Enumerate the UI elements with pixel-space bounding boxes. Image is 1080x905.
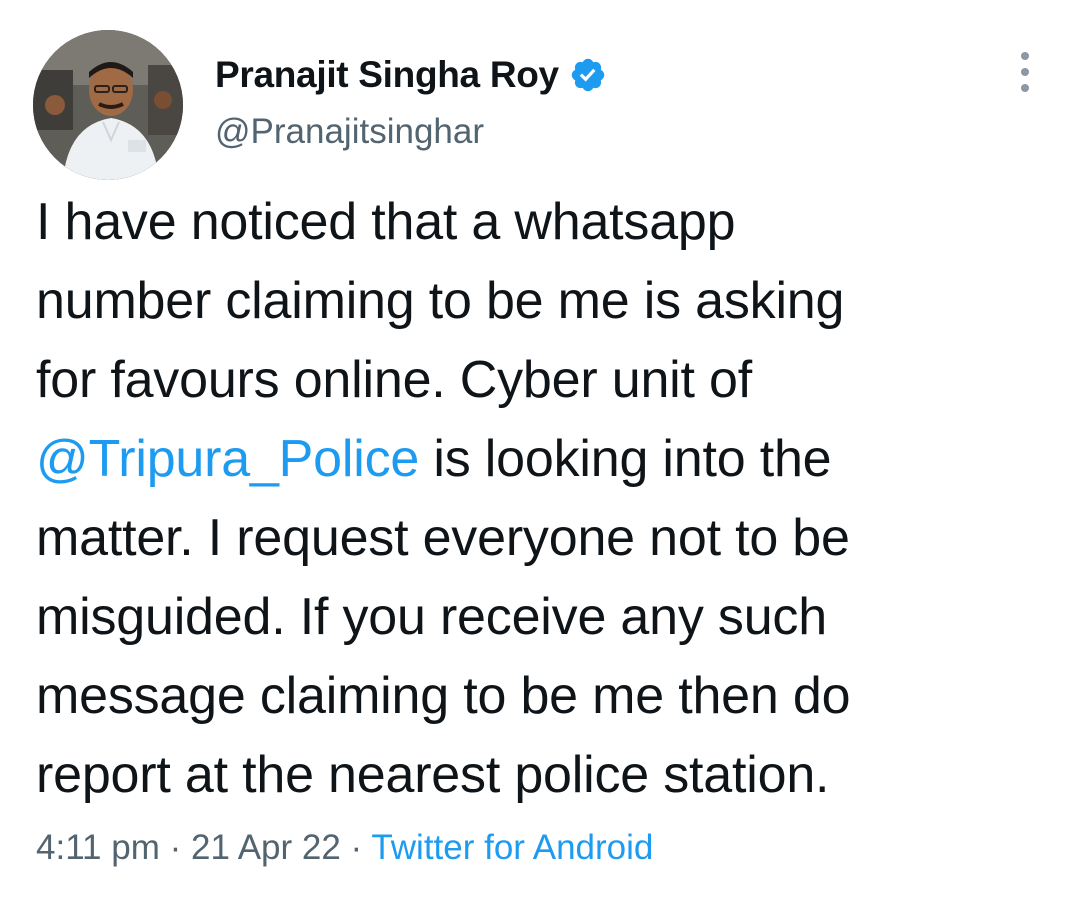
tweet-text-line: message claiming to be me then do (36, 667, 851, 725)
author-name-row: Pranajit Singha Roy (215, 50, 607, 100)
tweet-time[interactable]: 4:11 pm (36, 828, 160, 867)
meta-separator: · (340, 828, 372, 867)
tweet-text-line: misguided. If you receive any such (36, 588, 827, 646)
author-handle[interactable]: @Pranajitsinghar (215, 112, 484, 152)
tweet-card: Pranajit Singha Roy @Pranajitsinghar I h… (0, 0, 1080, 905)
tweet-text-segment: is looking into the (419, 430, 832, 488)
tweet-text-line: number claiming to be me is asking (36, 272, 845, 330)
avatar-photo-icon (33, 30, 183, 180)
tweet-text-line: for favours online. Cyber unit of (36, 351, 752, 409)
meta-separator: · (159, 828, 191, 867)
tweet-meta: 4:11 pm · 21 Apr 22 · Twitter for Androi… (36, 828, 653, 868)
tweet-text-line: report at the nearest police station. (36, 746, 830, 804)
verified-badge-icon (569, 56, 607, 94)
tweet-source-link[interactable]: Twitter for Android (371, 828, 653, 867)
author-display-name[interactable]: Pranajit Singha Roy (215, 54, 559, 96)
tweet-text-line: @Tripura_Police is looking into the (36, 420, 1046, 499)
tweet-date[interactable]: 21 Apr 22 (191, 828, 341, 867)
more-options-icon[interactable] (1010, 52, 1040, 92)
tweet-text-line: matter. I request everyone not to be (36, 509, 850, 567)
author-avatar[interactable] (33, 30, 183, 180)
mention-link[interactable]: @Tripura_Police (36, 430, 419, 488)
tweet-text: I have noticed that a whatsapp number cl… (36, 183, 1046, 815)
tweet-text-line: I have noticed that a whatsapp (36, 193, 736, 251)
